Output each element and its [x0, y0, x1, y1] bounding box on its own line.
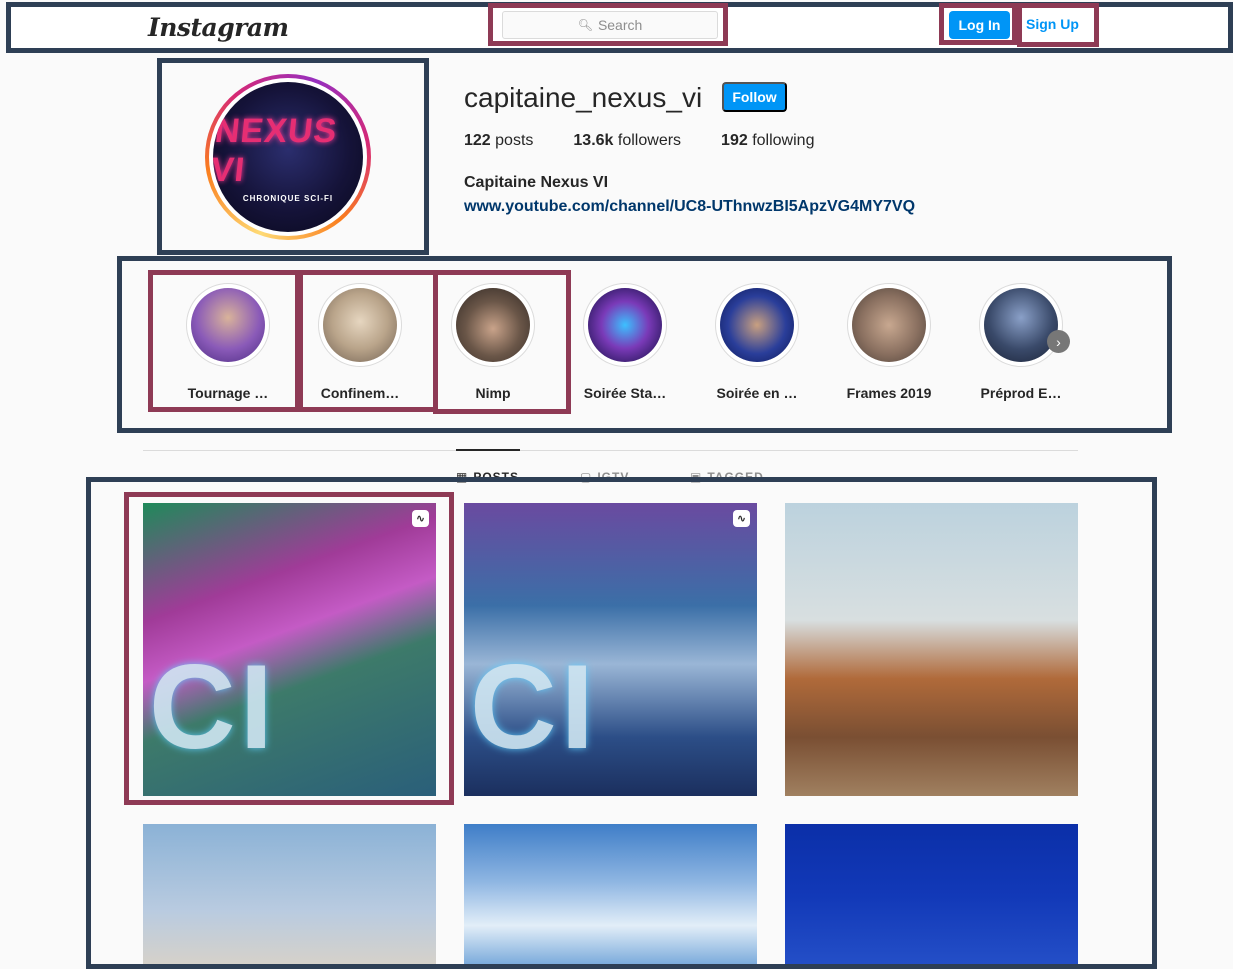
highlight-cover	[588, 288, 662, 362]
avatar-image: NEXUS VI CHRONIQUE SCI-FI	[213, 82, 363, 232]
post-thumbnail[interactable]	[785, 503, 1078, 796]
highlight-label: Frames 2019	[846, 385, 932, 401]
highlight-label: Confinem…	[320, 385, 400, 401]
highlight-cover	[852, 288, 926, 362]
highlight-label: Soirée en …	[716, 385, 798, 401]
stat-followers[interactable]: 13.6k followers	[573, 132, 681, 150]
highlight-item[interactable]: Soirée Sta…	[580, 283, 670, 401]
highlight-item[interactable]: Frames 2019	[844, 283, 934, 401]
search-input[interactable]: 🔍︎ Search	[502, 11, 718, 39]
profile-username: capitaine_nexus_vi	[464, 82, 703, 113]
tab-igtv[interactable]: ▢ IGTV	[580, 470, 629, 484]
highlight-cover	[191, 288, 265, 362]
active-tab-indicator	[456, 449, 520, 451]
search-placeholder: Search	[597, 17, 643, 33]
search-icon: 🔍︎	[577, 18, 593, 32]
stat-posts: 122 posts	[464, 132, 534, 149]
highlight-label: Nimp	[475, 385, 511, 401]
igtv-icon: ▢	[580, 470, 593, 484]
highlight-cover	[456, 288, 530, 362]
post-thumbnail[interactable]: CI ∿	[464, 503, 757, 796]
tab-divider	[143, 450, 1078, 451]
highlight-label: Préprod E…	[980, 385, 1062, 401]
follow-button[interactable]: Follow	[722, 82, 787, 112]
tab-tagged[interactable]: ▣ TAGGED	[690, 470, 764, 484]
profile-bio-link[interactable]: www.youtube.com/channel/UC8-UThnwzBI5Apz…	[464, 198, 915, 216]
highlight-label: Tournage …	[187, 385, 269, 401]
avatar-logo-subtitle: CHRONIQUE SCI-FI	[242, 193, 334, 203]
login-button[interactable]: Log In	[949, 11, 1010, 39]
profile-avatar[interactable]: NEXUS VI CHRONIQUE SCI-FI	[205, 74, 371, 240]
highlight-item[interactable]: Tournage …	[183, 283, 273, 401]
igtv-badge-icon: ∿	[412, 510, 429, 527]
post-overlay-text: CI	[149, 640, 277, 774]
signup-link[interactable]: Sign Up	[1024, 11, 1081, 37]
avatar-logo-title: NEXUS VI	[213, 111, 340, 189]
post-thumbnail[interactable]	[785, 824, 1078, 969]
post-thumbnail[interactable]	[464, 824, 757, 969]
tab-posts[interactable]: ▦ POSTS	[456, 470, 519, 484]
tag-icon: ▣	[690, 470, 703, 484]
highlight-item[interactable]: Nimp	[448, 283, 538, 401]
post-thumbnail[interactable]: CI ∿	[143, 503, 436, 796]
highlight-cover	[720, 288, 794, 362]
highlight-cover	[323, 288, 397, 362]
profile-stats: 122 posts 13.6k followers 192 following	[464, 132, 814, 150]
igtv-badge-icon: ∿	[733, 510, 750, 527]
post-overlay-text: CI	[470, 640, 598, 774]
highlight-label: Soirée Sta…	[583, 385, 667, 401]
chevron-right-icon[interactable]: ›	[1047, 330, 1070, 353]
profile-full-name: Capitaine Nexus VI	[464, 174, 609, 191]
post-thumbnail[interactable]	[143, 824, 436, 969]
grid-icon: ▦	[456, 470, 469, 484]
highlight-item[interactable]: Confinem…	[315, 283, 405, 401]
highlight-cover	[984, 288, 1058, 362]
instagram-logo[interactable]: Instagram	[148, 13, 289, 42]
stat-following[interactable]: 192 following	[721, 132, 814, 150]
highlight-item[interactable]: Soirée en …	[712, 283, 802, 401]
